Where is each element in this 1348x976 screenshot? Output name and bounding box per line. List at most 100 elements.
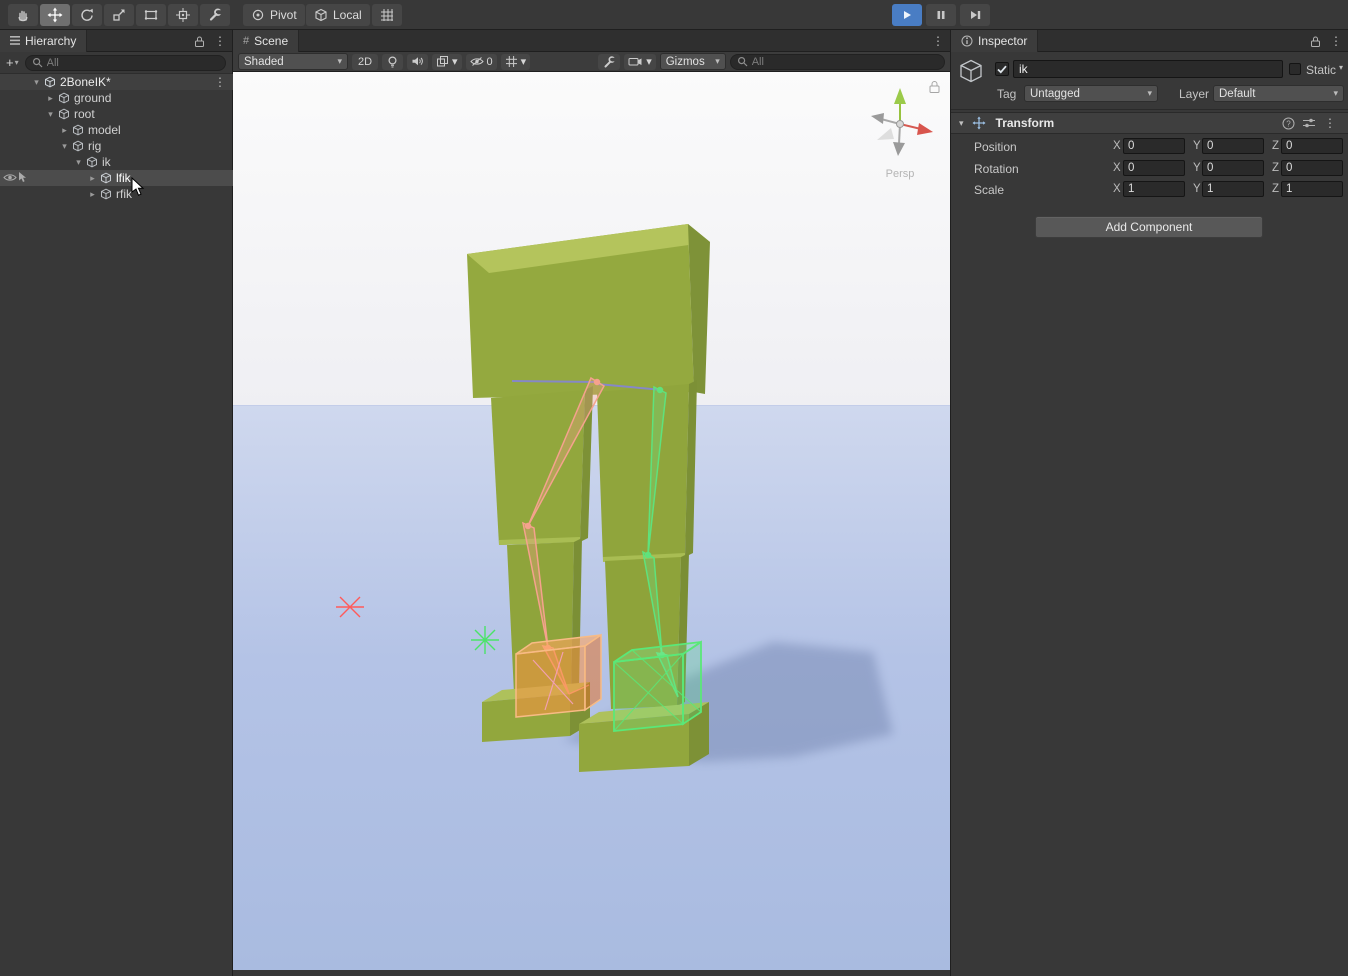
static-checkbox[interactable] <box>1289 63 1301 75</box>
camera-icon <box>628 56 643 67</box>
scene-audio-button[interactable] <box>407 54 428 70</box>
inspector-tab[interactable]: Inspector <box>951 30 1038 52</box>
hierarchy-item-label: model <box>88 123 121 137</box>
hierarchy-item-ground[interactable]: ▸ ground <box>0 90 233 106</box>
rect-tool-button[interactable] <box>136 4 166 26</box>
rotation-z-field[interactable] <box>1281 160 1343 176</box>
visibility-eye-icon[interactable] <box>3 172 17 183</box>
scene-effects-dropdown[interactable]: ▾ <box>432 54 462 70</box>
pivot-icon <box>251 8 265 22</box>
scene-search[interactable] <box>730 54 945 70</box>
transform-component-header[interactable]: ▾ Transform ? ⋮ <box>951 112 1348 134</box>
scene-viewport[interactable]: Persp <box>233 72 950 970</box>
foldout-down-icon[interactable]: ▾ <box>30 77 43 88</box>
hand-tool-icon <box>15 7 31 23</box>
help-icon[interactable]: ? <box>1282 117 1295 130</box>
scene-panel-menu-icon[interactable]: ⋮ <box>932 35 944 47</box>
search-icon <box>737 56 748 67</box>
scale-z-field[interactable] <box>1281 181 1343 197</box>
position-x-field[interactable] <box>1123 138 1185 154</box>
ik-left-target-cube[interactable] <box>516 635 601 717</box>
lock-icon[interactable] <box>1310 35 1321 48</box>
component-menu-icon[interactable]: ⋮ <box>1324 117 1336 129</box>
scene-menu-icon[interactable]: ⋮ <box>214 75 226 89</box>
move-tool-button[interactable] <box>40 4 70 26</box>
active-checkbox[interactable] <box>995 62 1009 76</box>
gameobject-cube-icon <box>71 140 85 152</box>
scene-tab-label: Scene <box>254 34 288 48</box>
foldout-right-icon[interactable]: ▸ <box>86 173 99 184</box>
scale-x-field[interactable] <box>1123 181 1185 197</box>
grid-snap-button[interactable] <box>372 4 402 26</box>
local-toggle-button[interactable]: Local <box>306 4 370 26</box>
panel-menu-icon[interactable]: ⋮ <box>1330 35 1342 47</box>
pivot-toggle-button[interactable]: Pivot <box>243 4 305 26</box>
main-toolbar: Pivot Local <box>0 0 1348 30</box>
foldout-right-icon[interactable]: ▸ <box>86 189 99 200</box>
static-flags-chevron-icon[interactable]: ▾ <box>1339 63 1343 72</box>
tag-dropdown[interactable]: Untagged▾ <box>1024 85 1158 102</box>
picking-icon[interactable] <box>18 171 28 183</box>
scene-camera-dropdown[interactable]: ▾ <box>624 54 656 70</box>
rotate-tool-button[interactable] <box>72 4 102 26</box>
panel-menu-icon[interactable]: ⋮ <box>214 35 226 47</box>
foldout-down-icon[interactable]: ▾ <box>58 141 71 152</box>
add-component-button[interactable]: Add Component <box>1035 216 1263 238</box>
rotation-label: Rotation <box>974 162 1019 176</box>
custom-tool-button[interactable] <box>200 4 230 26</box>
inspector-header: Inspector ⋮ <box>951 30 1348 52</box>
chevron-down-icon: ▾ <box>337 56 342 67</box>
hierarchy-search-input[interactable] <box>47 57 219 69</box>
layer-dropdown[interactable]: Default▾ <box>1213 85 1344 102</box>
grid-hash-icon: # <box>243 35 249 47</box>
scene-grid-dropdown[interactable]: ▾ <box>501 54 531 70</box>
hierarchy-item-ik[interactable]: ▾ ik <box>0 154 233 170</box>
pause-button[interactable] <box>926 4 956 26</box>
lock-icon[interactable] <box>194 35 205 48</box>
tag-value: Untagged <box>1030 88 1080 100</box>
hierarchy-item-rig[interactable]: ▾ rig <box>0 138 233 154</box>
hierarchy-item-lfik[interactable]: ▸ lfik <box>0 170 233 186</box>
hierarchy-item-model[interactable]: ▸ model <box>0 122 233 138</box>
toggle-2d-button[interactable]: 2D <box>352 54 378 70</box>
scene-tab[interactable]: # Scene <box>233 30 299 52</box>
foldout-right-icon[interactable]: ▸ <box>44 93 57 104</box>
hand-tool-button[interactable] <box>8 4 38 26</box>
position-z-field[interactable] <box>1281 138 1343 154</box>
rotation-x-field[interactable] <box>1123 160 1185 176</box>
position-y-field[interactable] <box>1202 138 1264 154</box>
hierarchy-item-rfik[interactable]: ▸ rfik <box>0 186 233 202</box>
foldout-down-icon[interactable]: ▾ <box>44 109 57 120</box>
svg-text:?: ? <box>1286 119 1291 128</box>
foldout-right-icon[interactable]: ▸ <box>58 125 71 136</box>
create-object-button[interactable]: +▾ <box>4 55 21 70</box>
presets-icon[interactable] <box>1302 117 1316 129</box>
hierarchy-tab-label: Hierarchy <box>25 34 76 48</box>
foldout-down-icon[interactable]: ▾ <box>959 118 964 129</box>
hamburger-icon <box>10 36 20 45</box>
scene-tabbar: # Scene ⋮ <box>233 30 950 52</box>
hierarchy-item-scene[interactable]: ▾ 2BoneIK* ⋮ <box>0 74 233 90</box>
rect-tool-icon <box>143 7 159 23</box>
object-name-field[interactable] <box>1013 60 1283 78</box>
hidden-count: 0 <box>487 56 493 68</box>
shading-mode-dropdown[interactable]: Shaded▾ <box>238 53 348 70</box>
step-button[interactable] <box>960 4 990 26</box>
rotation-y-field[interactable] <box>1202 160 1264 176</box>
scale-y-field[interactable] <box>1202 181 1264 197</box>
projection-label[interactable]: Persp <box>886 168 915 180</box>
hierarchy-search[interactable] <box>25 55 226 71</box>
scene-tools-button[interactable] <box>598 54 620 70</box>
hierarchy-item-root[interactable]: ▾ root <box>0 106 233 122</box>
gizmos-dropdown[interactable]: Gizmos▾ <box>660 53 726 70</box>
scene-lighting-button[interactable] <box>382 54 403 70</box>
play-button[interactable] <box>892 4 922 26</box>
ik-right-target-cube[interactable] <box>614 642 701 731</box>
hierarchy-tab[interactable]: Hierarchy <box>0 30 87 52</box>
pole-target-right[interactable] <box>471 626 499 654</box>
scene-visibility-button[interactable]: 0 <box>466 54 497 70</box>
foldout-down-icon[interactable]: ▾ <box>72 157 85 168</box>
transform-tool-button[interactable] <box>168 4 198 26</box>
scene-search-input[interactable] <box>752 56 938 68</box>
scale-tool-button[interactable] <box>104 4 134 26</box>
